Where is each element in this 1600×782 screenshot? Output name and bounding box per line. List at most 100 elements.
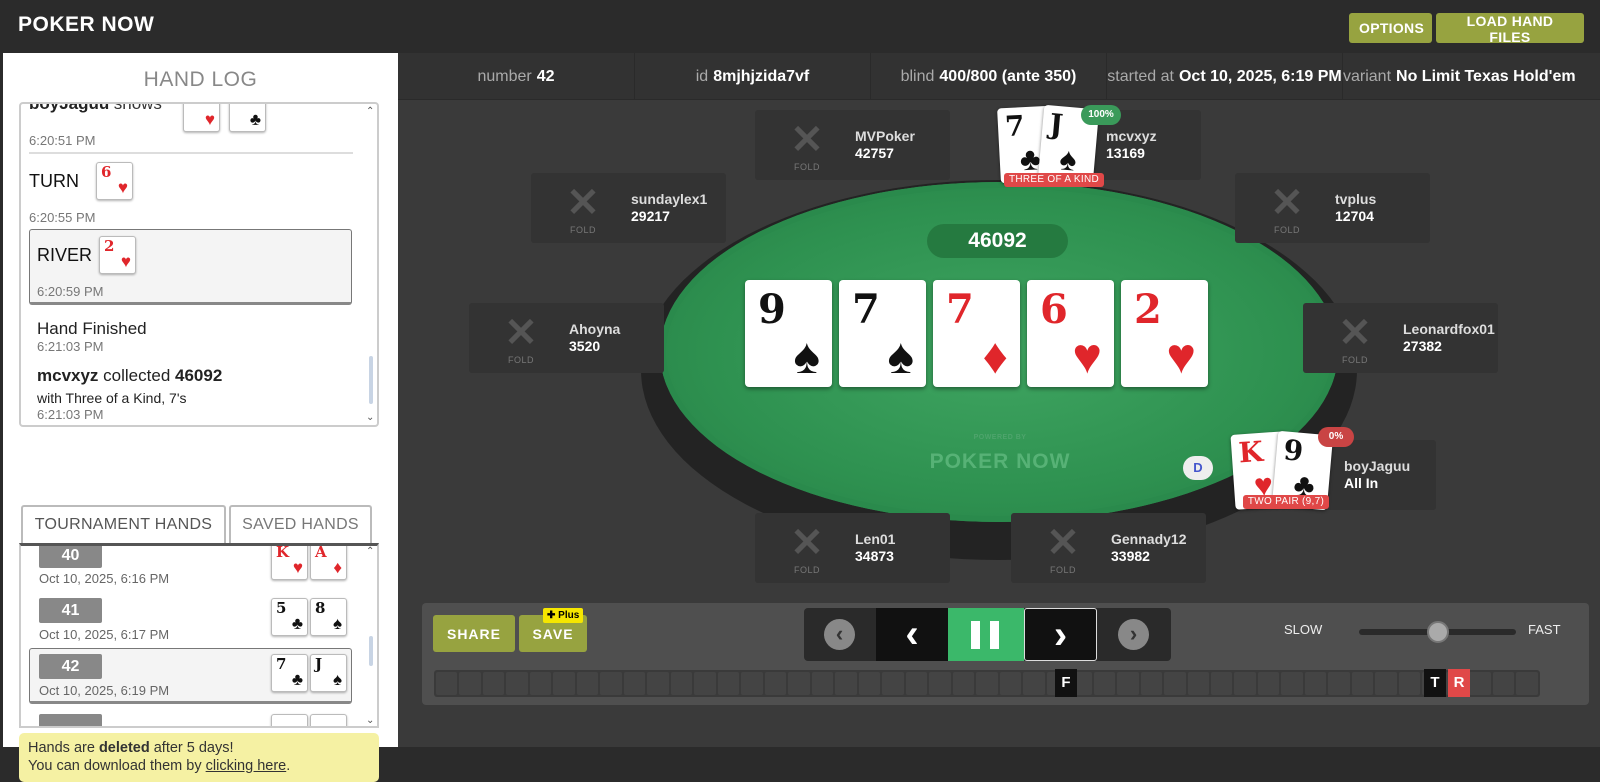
timeline-step[interactable] — [929, 672, 951, 695]
step-back-button[interactable]: ‹ — [876, 608, 948, 661]
timeline-step[interactable] — [764, 672, 787, 695]
share-button[interactable]: SHARE — [433, 615, 515, 652]
scrollbar-thumb[interactable] — [369, 356, 373, 404]
fold-icon: ✕ — [566, 181, 600, 225]
timeline-step[interactable] — [1187, 672, 1209, 695]
timeline-step[interactable] — [858, 672, 881, 695]
timeline-step[interactable] — [741, 672, 763, 695]
timeline-step[interactable] — [1210, 672, 1233, 695]
timeline-step[interactable] — [1234, 672, 1256, 695]
fold-icon: ✕ — [1270, 181, 1304, 225]
timeline-step[interactable] — [1398, 672, 1421, 695]
pause-button[interactable] — [948, 608, 1024, 661]
next-hand-button[interactable]: › — [1097, 608, 1171, 661]
speed-slow-label: SLOW — [1284, 622, 1323, 637]
timeline-step[interactable] — [1492, 672, 1515, 695]
seat-ahoyna[interactable]: ✕ FOLD Ahoyna 3520 — [469, 303, 664, 373]
timeline-step[interactable] — [1516, 672, 1538, 695]
win-percentage-badge: 100% — [1081, 105, 1121, 125]
hand-number[interactable]: 40 — [39, 546, 102, 568]
timeline-step[interactable] — [553, 672, 575, 695]
seat-tvplus[interactable]: ✕ FOLD tvplus 12704 — [1235, 173, 1430, 243]
timeline-step[interactable] — [1023, 672, 1045, 695]
timeline-step[interactable] — [976, 672, 998, 695]
timeline-step[interactable] — [506, 672, 528, 695]
timeline-step[interactable] — [811, 672, 834, 695]
player-name: Leonardfox01 — [1403, 321, 1495, 337]
seat-leonardfox01[interactable]: ✕ FOLD Leonardfox01 27382 — [1303, 303, 1498, 373]
timeline-step[interactable] — [1140, 672, 1163, 695]
player-chips: 29217 — [631, 208, 670, 224]
seat-sundaylex1[interactable]: ✕ FOLD sundaylex1 29217 — [531, 173, 726, 243]
timeline-step[interactable] — [835, 672, 857, 695]
tab-saved-hands[interactable]: SAVED HANDS — [229, 505, 372, 543]
timeline-step[interactable] — [529, 672, 552, 695]
scroll-up-icon[interactable]: ⌃ — [366, 546, 374, 557]
timeline-step[interactable] — [576, 672, 599, 695]
scrollbar-thumb[interactable] — [369, 636, 373, 666]
plus-badge: ✚ Plus — [543, 608, 584, 623]
timeline-step[interactable] — [882, 672, 904, 695]
timeline-step[interactable] — [1093, 672, 1116, 695]
tournament-hands-list[interactable]: 40 Oct 10, 2025, 6:16 PM K ♥ A ♦ 41 Oct 10… — [19, 543, 379, 728]
timeline-step[interactable] — [1117, 672, 1139, 695]
timeline-marker-turn[interactable]: T — [1424, 669, 1446, 697]
pause-icon — [990, 621, 999, 649]
log-card: ♣ — [229, 104, 266, 132]
timeline-step[interactable] — [952, 672, 975, 695]
action-timeline[interactable] — [434, 670, 1540, 697]
timeline-step[interactable] — [647, 672, 669, 695]
fold-icon: ✕ — [1338, 311, 1372, 355]
hand-number[interactable]: 41 — [39, 598, 102, 623]
timeline-step[interactable] — [436, 672, 458, 695]
timeline-step[interactable] — [1351, 672, 1374, 695]
timeline-step[interactable] — [1469, 672, 1491, 695]
seat-gennady12[interactable]: ✕ FOLD Gennady12 33982 — [1011, 513, 1206, 583]
timeline-step[interactable] — [1304, 672, 1327, 695]
player-chips: 33982 — [1111, 548, 1150, 564]
hand-date: Oct 10, 2025, 6:17 PM — [39, 627, 170, 642]
timeline-marker-flop[interactable]: F — [1055, 669, 1077, 697]
speed-slider-thumb[interactable] — [1427, 621, 1449, 643]
seat-mvpoker[interactable]: ✕ FOLD MVPoker 42757 — [755, 110, 950, 180]
options-button[interactable]: OPTIONS — [1349, 13, 1432, 43]
timeline-step[interactable] — [999, 672, 1022, 695]
seat-len01[interactable]: ✕ FOLD Len01 34873 — [755, 513, 950, 583]
player-chips: 13169 — [1106, 145, 1145, 161]
timeline-marker-river[interactable]: R — [1448, 669, 1470, 697]
timeline-step[interactable] — [600, 672, 622, 695]
timeline-step[interactable] — [482, 672, 505, 695]
load-hand-files-button[interactable]: LOAD HAND FILES — [1436, 13, 1584, 45]
timeline-step[interactable] — [905, 672, 928, 695]
tab-tournament-hands[interactable]: TOURNAMENT HANDS — [21, 505, 226, 543]
timeline-step[interactable] — [1281, 672, 1303, 695]
timeline-step[interactable] — [788, 672, 810, 695]
timeline-step[interactable] — [1375, 672, 1397, 695]
hand-number[interactable]: 42 — [39, 654, 102, 679]
hand-date: Oct 10, 2025, 6:19 PM — [39, 683, 170, 698]
hand-log-list[interactable]: boyJaguu shows ♥ ♣ 6:20:51 PM TURN 6 ♥ 6:… — [19, 102, 379, 427]
fold-icon: ✕ — [790, 521, 824, 565]
timeline-step[interactable] — [670, 672, 693, 695]
step-forward-button[interactable]: › — [1024, 608, 1097, 661]
previous-hand-button[interactable]: ‹ — [804, 608, 876, 661]
download-link[interactable]: clicking here — [206, 758, 287, 774]
timeline-step[interactable] — [1328, 672, 1350, 695]
scroll-down-icon[interactable]: ⌄ — [366, 715, 374, 726]
speed-slider[interactable] — [1359, 621, 1516, 643]
hand-card: J ♠ — [310, 654, 347, 692]
timeline-step[interactable] — [1164, 672, 1186, 695]
timeline-step[interactable] — [623, 672, 646, 695]
timeline-step[interactable] — [717, 672, 740, 695]
scroll-up-icon[interactable]: ⌃ — [366, 106, 374, 117]
log-collected: mcvxyz collected 46092 — [37, 366, 361, 386]
timeline-step[interactable] — [1257, 672, 1280, 695]
log-player: boyJaguu — [29, 102, 110, 113]
info-number: number 42 — [398, 53, 635, 100]
hand-date: Oct 10, 2025, 6:16 PM — [39, 571, 170, 586]
timeline-step[interactable] — [694, 672, 716, 695]
fold-label: FOLD — [1341, 355, 1368, 365]
timeline-step[interactable] — [459, 672, 481, 695]
scroll-down-icon[interactable]: ⌄ — [366, 412, 374, 423]
hand-number[interactable] — [39, 714, 102, 726]
